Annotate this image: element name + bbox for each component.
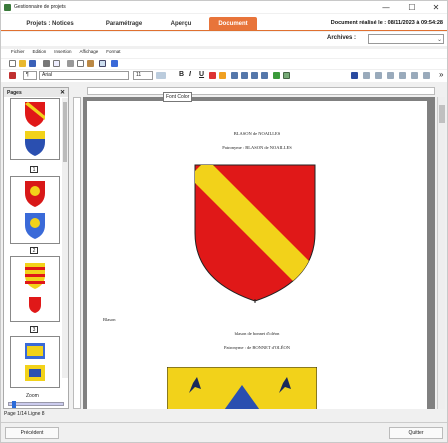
heading-bonnet: blason de bonnet d'oléon	[234, 331, 280, 336]
refresh-icon[interactable]	[273, 72, 280, 79]
tab-apercu[interactable]: Aperçu	[161, 17, 201, 30]
thumbnail-2-shields	[25, 181, 45, 239]
page-number-1: 1	[30, 166, 38, 173]
minimize-button[interactable]: —	[375, 1, 397, 13]
pages-header: Pages ✕	[4, 88, 68, 97]
print-icon[interactable]	[43, 60, 50, 67]
align-left-icon[interactable]	[231, 72, 238, 79]
align-center-icon[interactable]	[241, 72, 248, 79]
page-number-3: 3	[30, 326, 38, 333]
document-date: Document réalisé le : 08/11/2023 à 09:54…	[330, 20, 443, 26]
page-status: Page 1/14 Ligne 8	[4, 411, 45, 417]
print-preview-icon[interactable]	[53, 60, 60, 67]
horizontal-ruler	[87, 87, 435, 95]
document-view[interactable]: BLASON de NOAILLES Patronyme : BLASON de…	[83, 97, 435, 409]
tab-document[interactable]: Document	[209, 17, 257, 30]
frame-icon[interactable]	[387, 72, 394, 79]
title-bar: Gestionnaire de projets — ☐ ✕	[1, 1, 447, 13]
tab-projets-notices[interactable]: Projets : Notices	[15, 17, 85, 30]
font-grow-icon[interactable]	[156, 72, 166, 79]
page-thumbnail-1[interactable]	[10, 98, 60, 160]
blason-label: Blason	[103, 317, 116, 322]
format-toolbar: ¶ Arial 11 B I U »	[1, 70, 447, 82]
patronyme-noailles: Patronyme : BLASON de NOAILLES	[222, 145, 292, 150]
font-size-select[interactable]: 11	[133, 71, 153, 80]
underline-button[interactable]: U	[199, 71, 204, 78]
tab-parametrage[interactable]: Paramétrage	[93, 17, 155, 30]
page-thumbnail-4[interactable]	[10, 336, 60, 388]
font-color-icon[interactable]	[283, 72, 290, 79]
heading-noailles: BLASON de NOAILLES	[233, 131, 281, 136]
thumbnail-4-shields	[25, 343, 45, 381]
align-right-icon[interactable]	[251, 72, 258, 79]
border-icon[interactable]	[399, 72, 406, 79]
app-icon	[4, 3, 11, 11]
page-thumbnail-2[interactable]	[10, 176, 60, 244]
close-pane-icon[interactable]: ✕	[60, 89, 65, 96]
italic-button[interactable]: I	[189, 71, 191, 78]
window-title: Gestionnaire de projets	[14, 4, 66, 10]
menu-format[interactable]: Format	[106, 49, 120, 58]
layout-icon[interactable]	[363, 72, 370, 79]
menu-insertion[interactable]: Insertion	[54, 49, 71, 58]
strikethrough-icon[interactable]	[219, 72, 226, 79]
image-icon[interactable]	[111, 60, 118, 67]
menu-affichage[interactable]: Affichage	[80, 49, 99, 58]
menu-fichier[interactable]: Fichier	[11, 49, 25, 58]
thumbnail-3-shields	[25, 263, 45, 313]
table-icon[interactable]	[99, 60, 106, 67]
bottom-bar: Précédent Quitter	[1, 422, 447, 442]
copy-icon[interactable]	[77, 60, 84, 67]
pages-pane: Pages ✕ 1 2 3 Zoom	[3, 87, 69, 409]
shield-noailles	[194, 164, 316, 303]
undo-icon[interactable]	[9, 72, 16, 79]
page-number-2: 2	[30, 247, 38, 254]
font-name-select[interactable]: Arial	[39, 71, 129, 80]
patronyme-bonnet: Patronyme : de BONNET d'OLÉON	[224, 345, 290, 350]
bold-button[interactable]: B	[179, 71, 184, 78]
document-page: BLASON de NOAILLES Patronyme : BLASON de…	[87, 101, 427, 409]
pages-scrollbar[interactable]	[62, 98, 68, 378]
paste-icon[interactable]	[87, 60, 94, 67]
shading-icon[interactable]	[411, 72, 418, 79]
justify-icon[interactable]	[261, 72, 268, 79]
superscript-icon[interactable]	[209, 72, 216, 79]
pages-scrollbar-thumb[interactable]	[63, 102, 67, 162]
standard-toolbar	[1, 59, 447, 69]
open-folder-icon[interactable]	[19, 60, 26, 67]
save-icon[interactable]	[29, 60, 36, 67]
chevron-down-icon: ⌄	[436, 37, 442, 43]
menu-bar: Fichier Edition Insertion Affichage Form…	[1, 49, 447, 58]
table-insert-icon[interactable]	[351, 72, 358, 79]
maximize-button[interactable]: ☐	[401, 1, 423, 13]
grid-icon[interactable]	[423, 72, 430, 79]
previous-button[interactable]: Précédent	[5, 427, 59, 439]
quit-button[interactable]: Quitter	[389, 427, 443, 439]
app-window: Gestionnaire de projets — ☐ ✕ Projets : …	[0, 0, 448, 443]
columns-icon[interactable]	[375, 72, 382, 79]
zoom-slider-knob[interactable]	[12, 401, 16, 408]
pages-title: Pages	[7, 90, 22, 96]
menu-edition[interactable]: Edition	[33, 49, 47, 58]
tab-bar: Projets : Notices Paramétrage Aperçu Doc…	[1, 14, 447, 31]
cut-icon[interactable]	[67, 60, 74, 67]
zoom-slider[interactable]	[8, 401, 64, 408]
archives-select[interactable]: ⌄	[368, 34, 444, 44]
new-file-icon[interactable]	[9, 60, 16, 67]
thumbnail-1-shields	[25, 102, 45, 156]
document-scrollbar[interactable]	[437, 97, 445, 409]
zoom-label: Zoom	[26, 393, 39, 399]
style-select[interactable]: ¶	[23, 71, 37, 80]
shield-bonnet	[167, 367, 317, 409]
overflow-chevron-icon[interactable]: »	[439, 70, 443, 79]
archives-row: Archives : ⌄	[1, 32, 447, 46]
font-color-tooltip: Font Color	[163, 92, 193, 102]
document-scrollbar-thumb[interactable]	[439, 105, 445, 123]
archives-label: Archives :	[327, 35, 357, 41]
close-button[interactable]: ✕	[425, 1, 447, 13]
page-thumbnail-3[interactable]	[10, 256, 60, 322]
vertical-ruler	[73, 97, 81, 409]
